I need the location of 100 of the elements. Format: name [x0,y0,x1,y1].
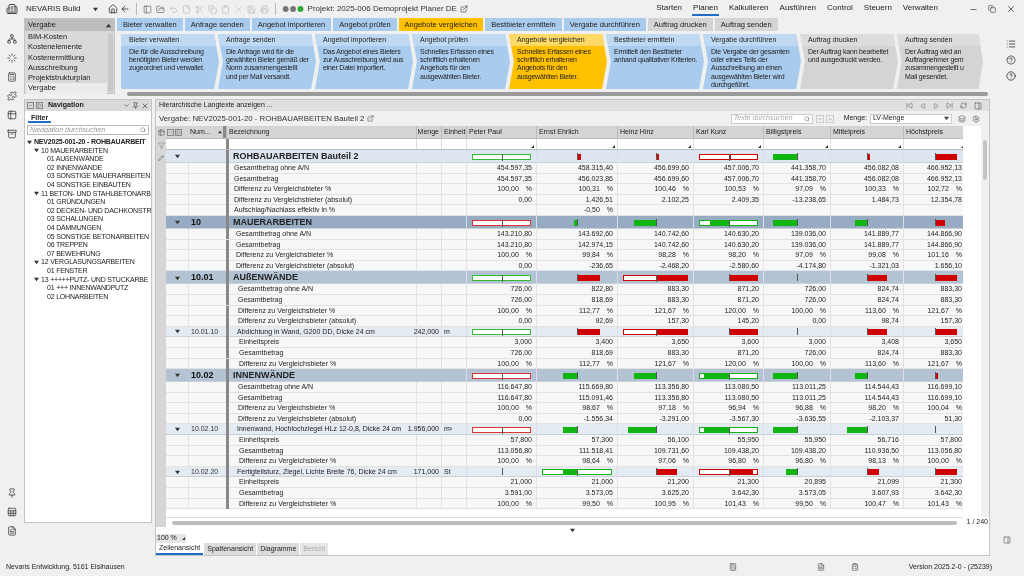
sheet-icon[interactable] [7,507,17,517]
scrollbar-thumb[interactable] [983,140,987,180]
print-icon[interactable] [259,4,269,14]
center-tick [501,328,503,336]
collapse-icon[interactable] [175,427,180,433]
group-row[interactable]: 10.02 INNENWÄNDE [166,369,963,383]
center-tick [867,425,868,433]
panel-icon[interactable] [974,101,982,110]
center-tick [577,425,578,433]
filter-cell[interactable] [617,139,693,149]
menu-tab[interactable]: Verwalten [901,2,939,16]
center-tick [728,327,730,335]
menu-tab[interactable]: Ausführen [778,2,818,16]
scrollbar[interactable] [127,92,988,96]
center-tick [935,327,936,335]
row-number: 10 [191,215,201,229]
corner-icon [612,145,615,148]
center-tick [935,152,936,160]
center-tick [797,468,798,476]
collapse-icon[interactable] [175,469,180,475]
cut-icon[interactable] [194,4,204,14]
layers-icon[interactable] [958,114,966,123]
last-icon[interactable] [946,102,953,109]
center-tick [655,468,657,476]
loader-icon[interactable] [7,53,17,63]
back-icon[interactable] [119,4,130,14]
pin-icon[interactable] [132,102,139,109]
menu-tab[interactable]: Starten [655,2,684,16]
pin-icon[interactable] [7,488,17,498]
network-icon[interactable] [7,34,17,44]
center-tick [577,274,578,282]
menu-tab[interactable]: Planen [692,2,719,16]
filter-cell[interactable] [830,139,903,149]
collapse-all-icon[interactable] [175,128,182,136]
menu-tab[interactable]: Control [826,2,854,16]
center-tick [867,327,868,335]
external-link-icon[interactable] [367,115,375,122]
expand-icon[interactable] [34,277,39,283]
edit-icon[interactable] [158,155,164,161]
box-icon[interactable] [7,129,17,139]
help-icon[interactable] [1006,71,1016,81]
home-icon[interactable] [107,4,118,14]
folder-icon[interactable] [155,4,165,14]
panel-icon[interactable] [1003,536,1011,544]
filter-cell[interactable] [693,139,763,149]
paste-icon[interactable] [220,4,230,14]
search-down-icon[interactable] [815,114,824,123]
undo-icon[interactable] [168,4,178,14]
close-icon[interactable] [1006,4,1016,14]
settings-icon[interactable] [972,114,980,123]
filter-cell[interactable] [903,139,963,149]
dropdown-icon[interactable] [92,6,98,12]
scrollbar[interactable] [172,520,957,525]
search-up-icon[interactable] [825,114,834,123]
collapse-icon[interactable] [175,329,180,335]
app-title: NEVARIS Build [26,3,81,15]
calculator-icon[interactable] [728,563,737,571]
help-badge-icon[interactable] [1006,55,1016,65]
scrollbar[interactable] [108,33,113,92]
play-icon[interactable] [36,102,43,109]
filter-cell[interactable] [466,139,536,149]
filter-cell[interactable] [536,139,617,149]
expand-icon[interactable] [34,148,39,154]
menu-tab[interactable]: Kalkulieren [728,2,770,16]
group-row[interactable]: ROHBAUARBEITEN Bauteil 2 [166,150,963,163]
expand-all-icon[interactable] [167,128,174,136]
collapse-icon[interactable] [175,154,180,160]
collapse-icon[interactable] [175,275,180,281]
close-icon[interactable] [141,101,149,110]
next-icon[interactable] [933,102,939,109]
collapse-icon[interactable] [175,220,180,226]
restore-icon[interactable] [988,5,996,13]
group-row[interactable]: 10.01 AUßENWÄNDE [166,271,963,285]
external-link-icon[interactable] [459,5,468,13]
collapse-icon[interactable] [175,373,180,379]
document-icon[interactable] [7,526,17,536]
previous-icon[interactable] [920,102,926,109]
refresh-icon[interactable] [960,102,967,109]
expand-icon[interactable] [34,191,39,197]
sort-icon[interactable] [218,130,222,134]
list-icon[interactable] [1006,39,1016,49]
panel-icon[interactable] [142,4,152,14]
table-settings-icon[interactable] [157,129,165,136]
filter-cell[interactable] [763,139,830,149]
center-tick [867,468,868,476]
calculator-icon[interactable] [7,72,17,82]
expand-icon[interactable] [34,260,39,266]
document-icon[interactable] [816,563,825,571]
menu-tab[interactable]: Steuern [862,2,893,16]
scrollbar[interactable] [981,126,989,517]
table-icon[interactable] [7,110,17,120]
center-tick [935,218,936,226]
clipboard-icon[interactable] [850,563,859,571]
expand-icon[interactable] [27,139,32,145]
filter-icon[interactable] [157,142,165,149]
first-icon[interactable] [906,102,913,109]
collapse-icon[interactable] [570,528,575,533]
delete-icon[interactable] [233,4,243,14]
save-icon[interactable] [246,4,256,14]
puzzle-icon[interactable] [7,91,17,101]
